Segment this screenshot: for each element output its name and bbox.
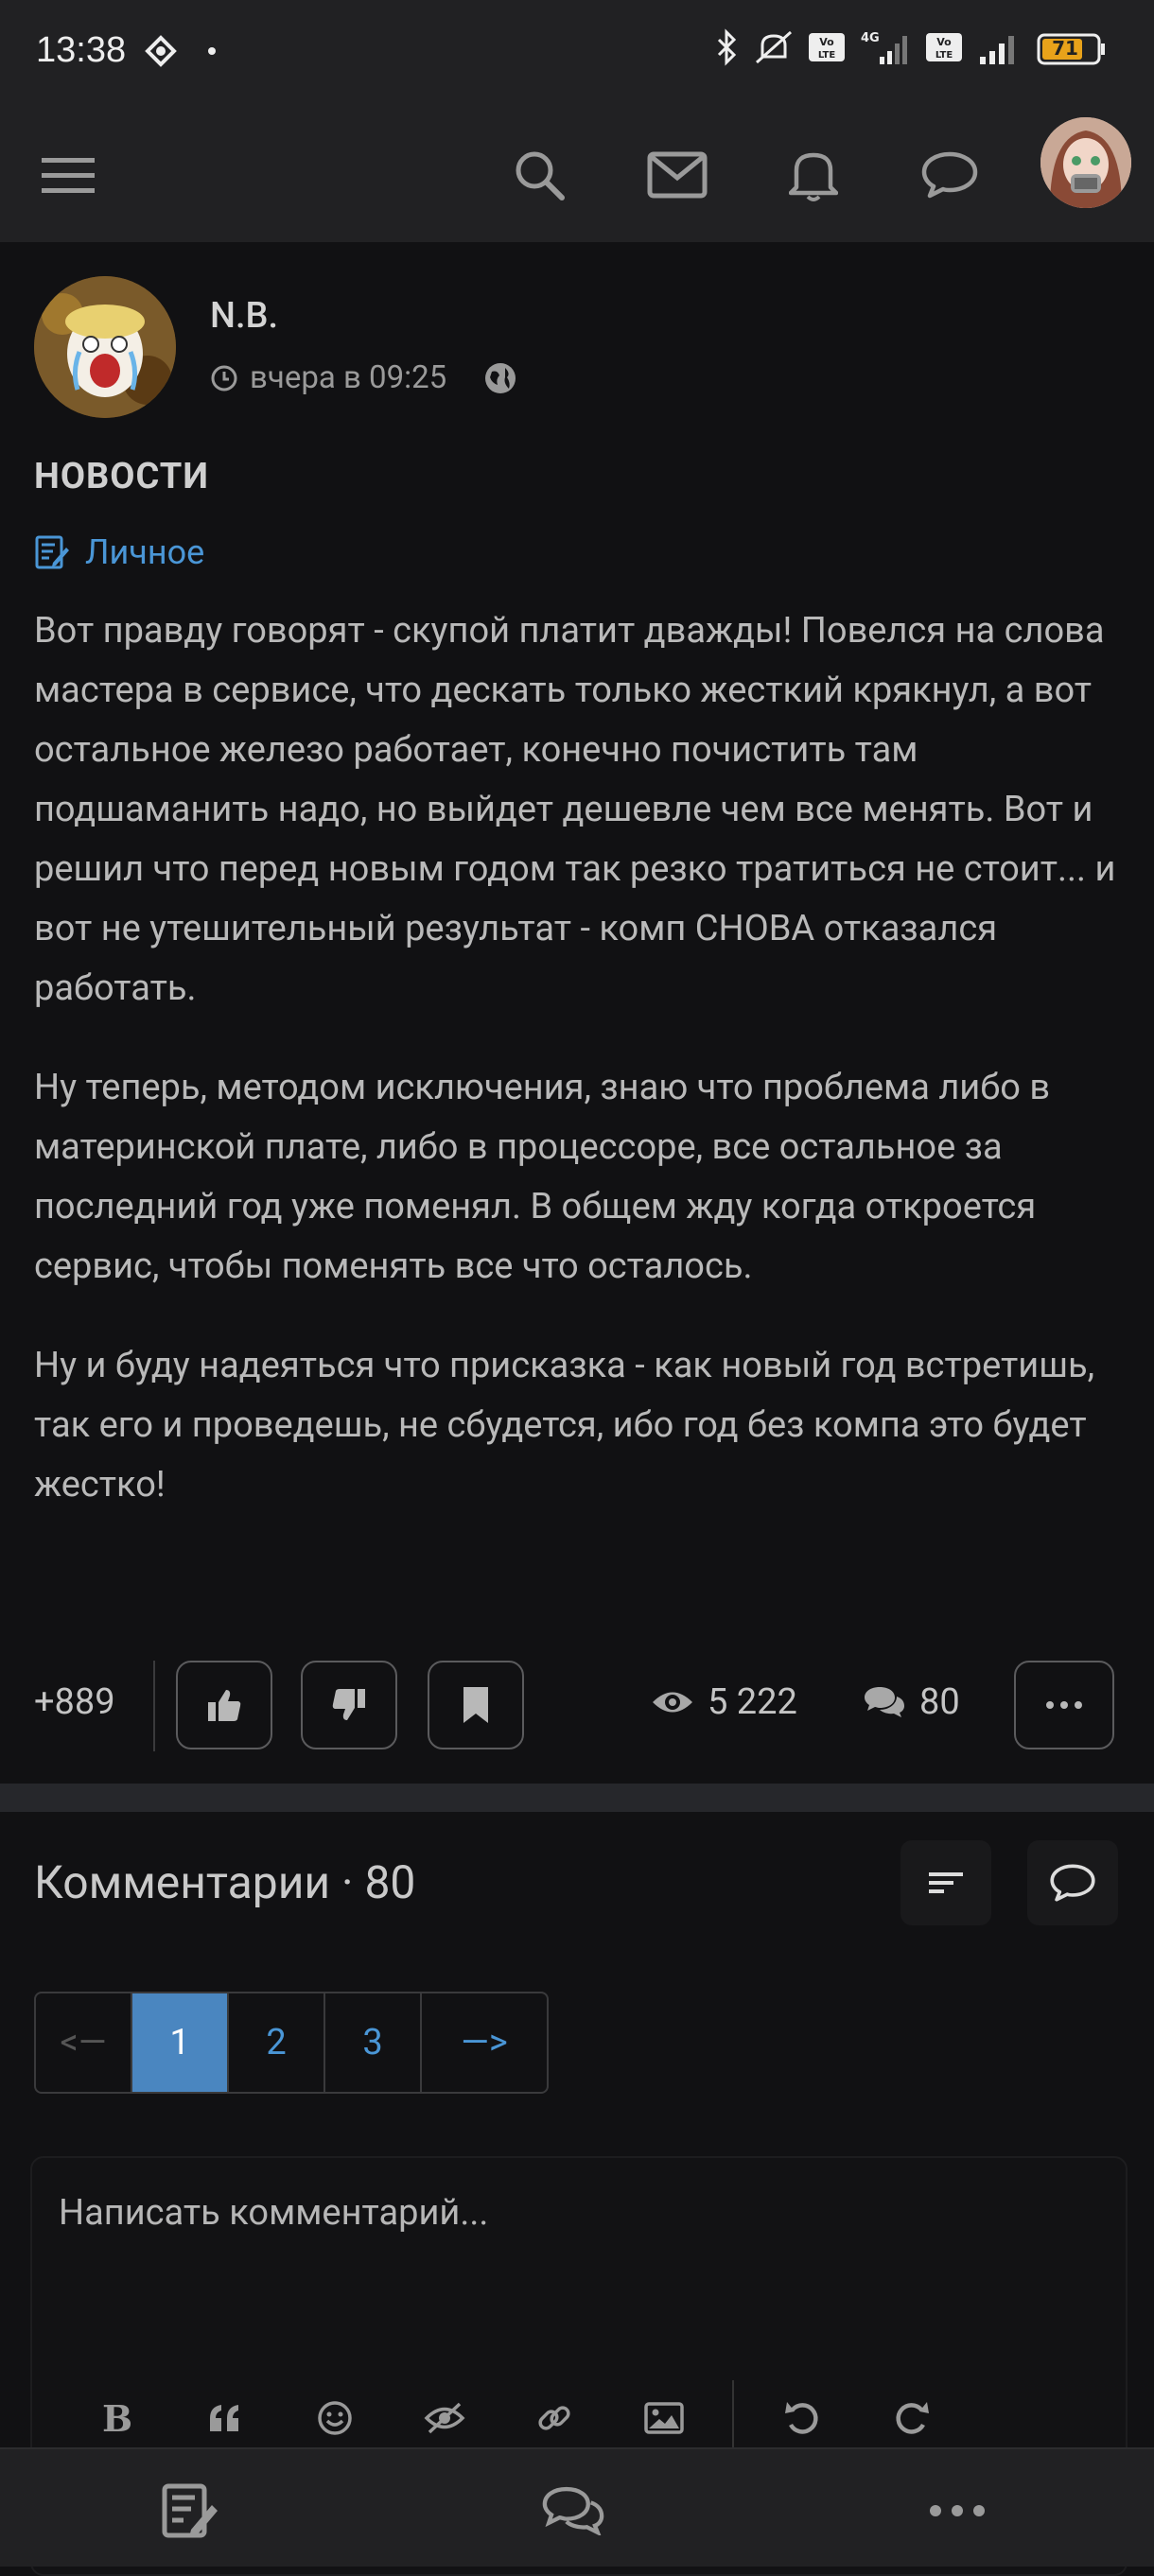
sort-comments-button[interactable] bbox=[900, 1840, 991, 1925]
chat-button[interactable] bbox=[912, 142, 988, 208]
app-notification-icon bbox=[142, 34, 180, 72]
bluetooth-icon bbox=[715, 28, 740, 70]
svg-text:LTE: LTE bbox=[935, 50, 953, 61]
quote-icon bbox=[210, 2405, 238, 2431]
post-meta: вчера в 09:25 bbox=[210, 359, 518, 396]
post-rating: +889 bbox=[34, 1681, 115, 1723]
page-3-button[interactable]: 3 bbox=[325, 1993, 422, 2092]
author-name[interactable]: N.B. bbox=[210, 295, 278, 337]
volte-icon: Vo LTE bbox=[808, 32, 846, 66]
signal-4g-icon: 4G bbox=[859, 28, 912, 70]
page-2-button[interactable]: 2 bbox=[229, 1993, 325, 2092]
post-paragraph: Ну и буду надеяться что присказка - как … bbox=[34, 1345, 1095, 1506]
views-stat: 5 222 bbox=[651, 1681, 797, 1723]
hamburger-icon bbox=[42, 158, 95, 193]
notifications-button[interactable] bbox=[776, 142, 851, 208]
top-nav-bar bbox=[0, 104, 1154, 242]
section-divider bbox=[0, 1784, 1154, 1812]
menu-button[interactable] bbox=[30, 142, 106, 208]
post-category[interactable]: Личное bbox=[34, 532, 204, 572]
search-icon bbox=[516, 151, 565, 200]
bold-icon: B bbox=[102, 2399, 132, 2437]
toolbar-divider bbox=[732, 2380, 734, 2456]
messages-button[interactable] bbox=[639, 142, 715, 208]
chat-bubble-icon bbox=[1050, 1864, 1095, 1902]
bookmark-icon bbox=[463, 1687, 488, 1723]
post-body: Вот правду говорят - скупой платит дважд… bbox=[34, 601, 1122, 1555]
comments-heading: Комментарии · 80 bbox=[34, 1855, 416, 1909]
chat-bubble-icon bbox=[921, 151, 978, 199]
status-bar: 13:38 Vo LTE 4G Vo LTE 71 bbox=[0, 0, 1154, 104]
search-button[interactable] bbox=[501, 142, 577, 208]
edit-note-icon bbox=[35, 535, 69, 569]
image-icon bbox=[644, 2402, 684, 2434]
comments-stat[interactable]: 80 bbox=[863, 1681, 960, 1723]
svg-text:B: B bbox=[102, 2399, 132, 2437]
post-paragraph: Ну теперь, методом исключения, знаю что … bbox=[34, 1067, 1051, 1287]
category-label[interactable]: Личное bbox=[85, 532, 204, 572]
status-time: 13:38 bbox=[36, 30, 127, 70]
dislike-button[interactable] bbox=[301, 1661, 397, 1749]
comment-input-placeholder[interactable]: Написать комментарий... bbox=[59, 2192, 488, 2234]
mail-icon bbox=[647, 151, 708, 199]
eye-slash-icon bbox=[424, 2402, 465, 2434]
svg-text:LTE: LTE bbox=[818, 50, 836, 61]
bell-icon bbox=[789, 152, 838, 201]
post-time: вчера в 09:25 bbox=[250, 359, 447, 396]
battery-icon: 71 bbox=[1037, 33, 1107, 65]
rating-divider bbox=[153, 1661, 155, 1751]
bookmark-button[interactable] bbox=[428, 1661, 524, 1749]
posts-tab[interactable] bbox=[132, 2468, 246, 2553]
signal-icon bbox=[976, 28, 1023, 70]
smile-icon bbox=[318, 2401, 352, 2435]
clock-icon bbox=[211, 365, 237, 391]
post-paragraph: Вот правду говорят - скупой платит дважд… bbox=[34, 610, 1116, 1009]
mute-icon bbox=[753, 28, 795, 70]
more-dots-icon bbox=[1046, 1701, 1082, 1709]
globe-icon bbox=[485, 362, 516, 393]
eye-icon bbox=[653, 1692, 692, 1713]
volte-icon-2: Vo LTE bbox=[925, 32, 963, 66]
prev-page-button[interactable]: <— bbox=[36, 1993, 132, 2092]
page-1-button[interactable]: 1 bbox=[132, 1993, 229, 2092]
comments-icon bbox=[865, 1687, 904, 1717]
thumbs-up-icon bbox=[208, 1690, 241, 1721]
like-button[interactable] bbox=[176, 1661, 272, 1749]
comment-options-button[interactable] bbox=[1027, 1840, 1118, 1925]
edit-note-icon bbox=[162, 2483, 218, 2538]
comments-icon bbox=[542, 2486, 604, 2535]
more-tab[interactable] bbox=[900, 2468, 1014, 2553]
post-actions: +889 5 222 80 bbox=[0, 1661, 1154, 1751]
post-title[interactable]: НОВОСТИ bbox=[34, 456, 209, 497]
thumbs-down-icon bbox=[332, 1689, 365, 1720]
sort-icon bbox=[929, 1872, 963, 1893]
discussions-tab[interactable] bbox=[516, 2468, 630, 2553]
svg-text:Vo: Vo bbox=[936, 36, 952, 48]
battery-level: 71 bbox=[1052, 37, 1078, 60]
author-avatar[interactable] bbox=[34, 276, 176, 418]
svg-text:Vo: Vo bbox=[819, 36, 834, 48]
redo-icon bbox=[896, 2402, 929, 2434]
next-page-button[interactable]: —> bbox=[422, 1993, 547, 2092]
more-options-button[interactable] bbox=[1014, 1661, 1114, 1749]
views-count: 5 222 bbox=[708, 1681, 797, 1723]
undo-icon bbox=[785, 2402, 818, 2434]
svg-text:4G: 4G bbox=[861, 31, 880, 45]
pagination: <— 1 2 3 —> bbox=[34, 1992, 549, 2094]
user-avatar[interactable] bbox=[1040, 117, 1131, 208]
bottom-nav-bar bbox=[0, 2447, 1154, 2567]
comments-count: 80 bbox=[919, 1681, 960, 1723]
notification-dot-icon bbox=[208, 47, 216, 55]
more-dots-icon bbox=[930, 2505, 985, 2516]
link-icon bbox=[538, 2406, 570, 2430]
